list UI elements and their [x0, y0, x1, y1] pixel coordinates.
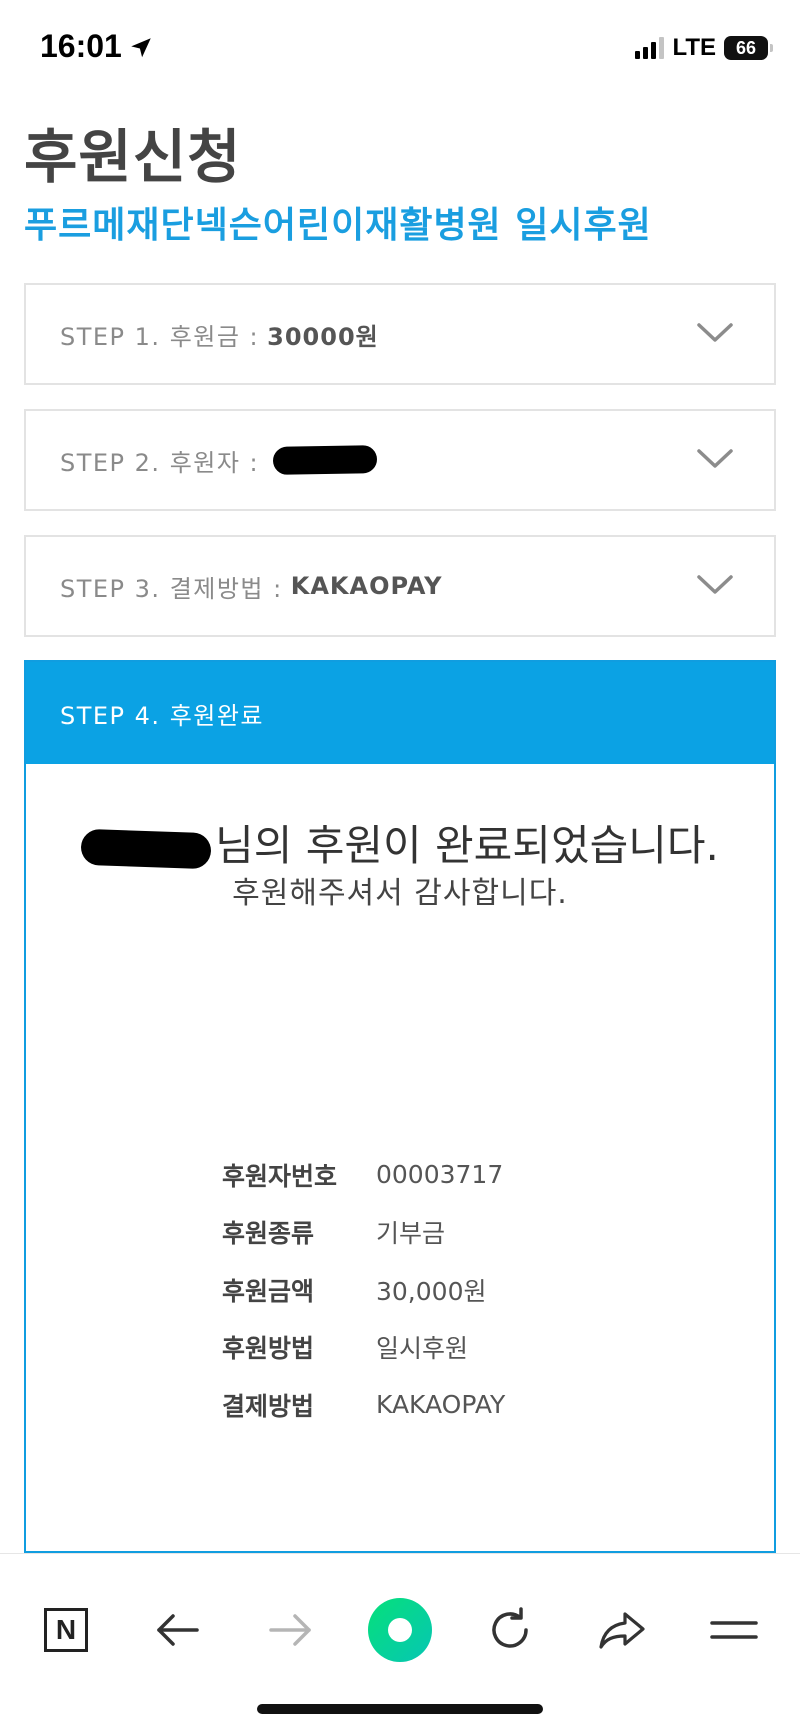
step-3-card[interactable]: STEP 3. 결제방법 : KAKAOPAY — [24, 535, 776, 637]
chevron-down-icon[interactable] — [696, 447, 734, 471]
thanks-message: 후원해주셔서 감사합니다. — [232, 876, 568, 911]
step-3-label: STEP 3. 결제방법 : — [60, 574, 283, 603]
detail-key: 후원방법 — [222, 1334, 315, 1364]
detail-key: 결제방법 — [222, 1391, 315, 1421]
detail-value: 30,000원 — [376, 1276, 487, 1306]
share-button[interactable] — [592, 1600, 652, 1660]
menu-icon — [710, 1621, 758, 1639]
detail-row-donor-number: 후원자번호 00003717 — [222, 1146, 505, 1204]
status-time-text: 16:01 — [40, 28, 122, 64]
detail-value: 기부금 — [376, 1219, 446, 1249]
completion-message: 님의 후원이 완료되었습니다. — [26, 812, 774, 873]
share-icon — [599, 1612, 645, 1649]
detail-key: 후원자번호 — [222, 1161, 338, 1191]
step-3-value: KAKAOPAY — [290, 572, 443, 600]
menu-button[interactable] — [704, 1600, 764, 1660]
green-dot-home-icon — [368, 1598, 432, 1662]
detail-value: KAKAOPAY — [376, 1390, 506, 1420]
reload-button[interactable] — [480, 1600, 540, 1660]
page-title: 후원신청 — [24, 123, 242, 191]
step-4-panel: STEP 4. 후원완료 님의 후원이 완료되었습니다. 후원해주셔서 감사합니… — [24, 660, 776, 1553]
chevron-down-icon[interactable] — [696, 321, 734, 345]
step-1-label: STEP 1. 후원금 : — [60, 322, 260, 351]
back-button[interactable] — [148, 1600, 208, 1660]
battery-level: 66 — [735, 37, 757, 58]
signal-strength-icon — [635, 37, 665, 59]
redacted-donor-name — [272, 445, 378, 475]
detail-value: 일시후원 — [376, 1334, 469, 1364]
donation-details: 후원자번호 00003717 후원종류 기부금 후원금액 30,000원 후원방… — [222, 1146, 505, 1434]
location-arrow-icon — [131, 37, 151, 57]
detail-row-payment-method: 결제방법 KAKAOPAY — [222, 1376, 505, 1434]
home-button[interactable] — [368, 1596, 432, 1664]
status-time: 16:01 — [40, 28, 154, 65]
network-type: LTE — [672, 34, 716, 61]
page-subtitle: 푸르메재단넥슨어린이재활병원 일시후원 — [24, 205, 652, 246]
reload-icon — [492, 1607, 528, 1648]
redacted-donor-name — [80, 828, 212, 869]
detail-row-donation-method: 후원방법 일시후원 — [222, 1319, 505, 1377]
step-2-label: STEP 2. 후원자 : — [60, 448, 260, 477]
home-indicator[interactable] — [257, 1704, 543, 1714]
step-2-card[interactable]: STEP 2. 후원자 : — [24, 409, 776, 511]
forward-button[interactable] — [260, 1600, 320, 1660]
detail-value: 00003717 — [376, 1160, 504, 1190]
battery-icon: 66 — [724, 36, 773, 60]
status-bar: 16:01 LTE 66 — [0, 0, 800, 100]
detail-key: 후원금액 — [222, 1276, 315, 1306]
detail-row-donation-amount: 후원금액 30,000원 — [222, 1261, 505, 1319]
detail-key: 후원종류 — [222, 1219, 315, 1249]
completion-message-text: 님의 후원이 완료되었습니다. — [215, 821, 719, 870]
forward-arrow-icon — [269, 1614, 311, 1646]
back-arrow-icon — [157, 1614, 199, 1646]
naver-n-button[interactable]: N — [36, 1600, 96, 1660]
detail-row-donation-type: 후원종류 기부금 — [222, 1204, 505, 1262]
status-indicators: LTE 66 — [635, 34, 773, 62]
step-1-value: 30000원 — [267, 322, 379, 351]
naver-n-icon: N — [44, 1608, 88, 1652]
step-4-header: STEP 4. 후원완료 — [26, 662, 774, 764]
step-1-card[interactable]: STEP 1. 후원금 : 30000원 — [24, 283, 776, 385]
chevron-down-icon[interactable] — [696, 573, 734, 597]
